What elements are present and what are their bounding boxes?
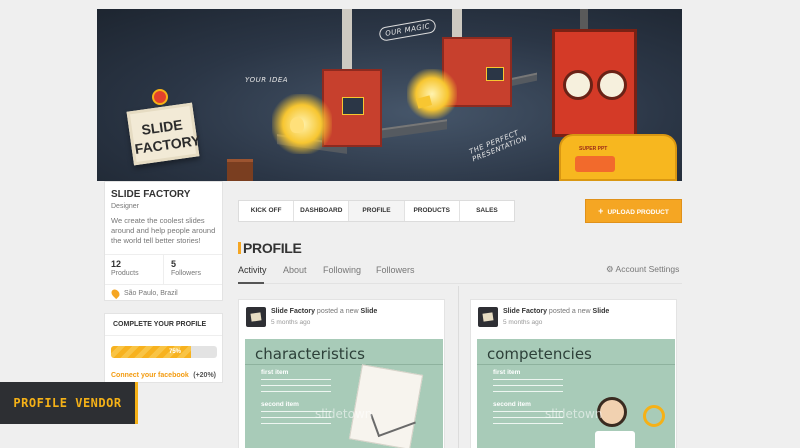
robot-screen [575, 156, 615, 172]
nav-products[interactable]: PRODUCTS [405, 201, 460, 221]
complete-profile-title: COMPLETE YOUR PROFILE [105, 314, 222, 336]
pipe [342, 9, 352, 69]
post-object[interactable]: Slide [361, 308, 378, 315]
slide-thumbnail[interactable]: competencies first item second item slid… [477, 339, 675, 448]
robot-eye-right [597, 70, 627, 100]
profile-card: SLIDE FACTORY Designer We create the coo… [104, 181, 223, 301]
slide-second-item: second item [493, 401, 531, 408]
nav-profile[interactable]: PROFILE [349, 201, 405, 221]
page-title-text: PROFILE [243, 240, 302, 256]
title-accent-bar [238, 242, 241, 254]
slide-rule [245, 364, 443, 365]
post-object[interactable]: Slide [593, 308, 610, 315]
post-author[interactable]: Slide Factory [271, 308, 315, 315]
upload-product-label: UPLOAD PRODUCT [607, 209, 669, 216]
robot-antenna [580, 9, 588, 29]
lightbulb-icon [290, 117, 304, 133]
robot-body: SUPER PPT [559, 134, 677, 181]
slide-bullets [493, 379, 563, 395]
account-settings-label: Account Settings [615, 264, 680, 274]
profile-vendor-label: PROFILE VENDOR [0, 382, 138, 424]
pipe [452, 9, 462, 39]
slide-second-item: second item [261, 401, 299, 408]
avatar-logo [482, 312, 494, 322]
profile-progress-bar [111, 346, 217, 358]
slide-factory-logo: SLIDE FACTORY [126, 102, 201, 166]
post-time: 5 months ago [503, 319, 543, 326]
post-headline: Slide Factory posted a new Slide [271, 308, 377, 315]
tab-following[interactable]: Following [323, 265, 361, 275]
logo-bulb-icon [152, 89, 168, 105]
location-pin-icon [109, 287, 122, 300]
nav-dashboard[interactable]: DASHBOARD [294, 201, 350, 221]
robot-badge: SUPER PPT [579, 146, 608, 152]
activity-post: Slide Factory posted a new Slide 5 month… [470, 299, 677, 448]
connect-facebook-row: Connect your facebook (+20%) [111, 364, 216, 382]
complete-profile-card: COMPLETE YOUR PROFILE 75% Connect your f… [104, 313, 223, 383]
plus-icon: + [598, 206, 604, 216]
timeline-divider [458, 286, 459, 448]
slide-first-item: first item [261, 369, 289, 376]
crate [227, 159, 253, 181]
post-headline: Slide Factory posted a new Slide [503, 308, 609, 315]
account-settings-link[interactable]: ⚙ Account Settings [606, 264, 679, 275]
gear-icon: ⚙ [606, 264, 614, 274]
slide-title: competencies [487, 345, 592, 363]
divider [105, 284, 222, 285]
products-label[interactable]: Products [111, 270, 139, 277]
avatar-logo [250, 312, 262, 322]
post-action: posted a new [316, 308, 359, 315]
post-author[interactable]: Slide Factory [503, 308, 547, 315]
machine-screen [342, 97, 364, 115]
main-nav: KICK OFF DASHBOARD PROFILE PRODUCTS SALE… [238, 200, 515, 222]
gear-illustration [643, 405, 665, 427]
profile-bio: We create the coolest slides around and … [111, 216, 216, 245]
profile-location: São Paulo, Brazil [124, 290, 178, 297]
divider [163, 254, 164, 284]
followers-count: 5 [171, 259, 177, 269]
post-time: 5 months ago [271, 319, 311, 326]
slide-bullets [261, 379, 331, 395]
page-title: PROFILE [238, 240, 302, 256]
connect-facebook-link[interactable]: Connect your facebook [111, 372, 189, 379]
tab-activity[interactable]: Activity [238, 265, 267, 275]
tab-about[interactable]: About [283, 265, 307, 275]
watermark: slidetown [545, 407, 603, 421]
laptop-icon [595, 431, 635, 448]
profile-progress-text: 75% [169, 349, 182, 355]
upload-product-button[interactable]: + UPLOAD PRODUCT [585, 199, 682, 223]
profile-role: Designer [111, 203, 140, 210]
products-count: 12 [111, 259, 122, 269]
nav-sales[interactable]: SALES [460, 201, 514, 221]
machine-screen [486, 67, 504, 81]
label-perfect-presentation: THE PERFECT PRESENTATION [468, 127, 528, 164]
active-tab-indicator [238, 282, 264, 284]
avatar[interactable] [246, 307, 266, 327]
slide-thumbnail[interactable]: characteristics first item second item s… [245, 339, 443, 448]
avatar[interactable] [478, 307, 498, 327]
nav-kick-off[interactable]: KICK OFF [239, 201, 295, 221]
watermark: slidetown [315, 407, 373, 421]
followers-label[interactable]: Followers [171, 270, 201, 277]
light-glow [407, 69, 457, 119]
profile-name: SLIDE FACTORY [111, 189, 191, 200]
cover-banner: SLIDE FACTORY YOUR IDEA OUR MAGIC THE PE… [97, 9, 682, 181]
tab-followers[interactable]: Followers [376, 265, 415, 275]
slide-first-item: first item [493, 369, 521, 376]
robot-head [552, 29, 637, 137]
activity-post: Slide Factory posted a new Slide 5 month… [238, 299, 445, 448]
facebook-bonus: (+20%) [193, 372, 217, 379]
label-our-magic: OUR MAGIC [378, 18, 438, 42]
label-your-idea: YOUR IDEA [245, 76, 289, 84]
slide-title: characteristics [255, 345, 365, 363]
post-action: posted a new [548, 308, 591, 315]
slide-rule [477, 364, 675, 365]
robot-eye-left [563, 70, 593, 100]
tabs-divider [238, 283, 682, 284]
